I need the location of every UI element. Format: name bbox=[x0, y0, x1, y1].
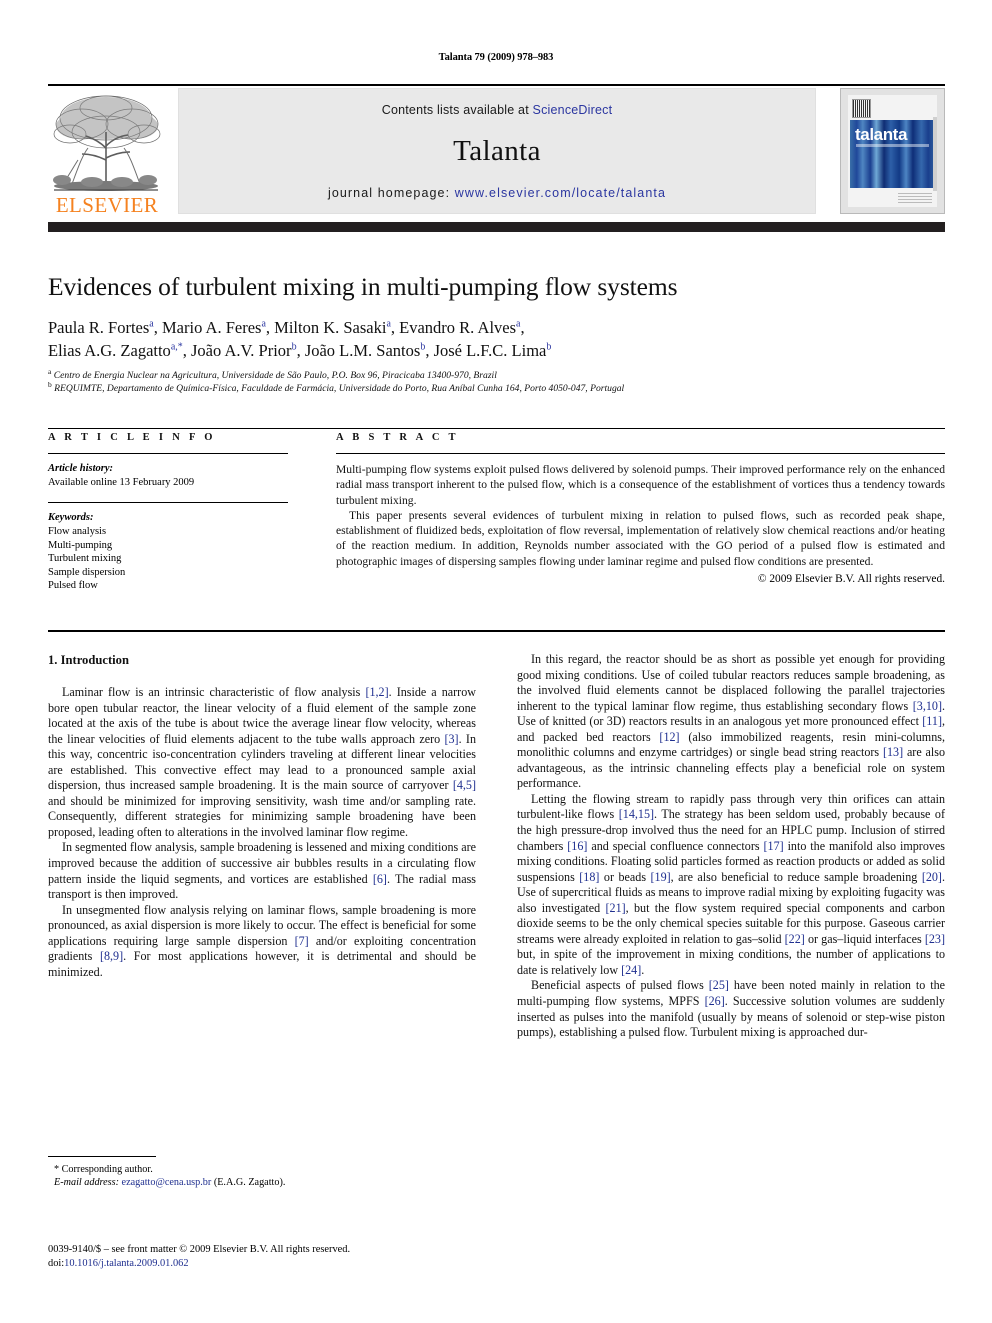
abstract-rule bbox=[336, 453, 945, 454]
cover-inner: talanta bbox=[848, 95, 937, 207]
article-info-column: A R T I C L E I N F O Article history: A… bbox=[48, 432, 288, 593]
keyword-item: Sample dispersion bbox=[48, 566, 126, 578]
author-line-1: Paula R. Fortesa, Mario A. Feresa, Milto… bbox=[48, 318, 525, 337]
affiliation-b-text: REQUIMTE, Departamento de Química-Física… bbox=[54, 383, 625, 395]
keywords-label: Keywords: bbox=[48, 512, 94, 523]
body-paragraph: Letting the flowing stream to rapidly pa… bbox=[517, 791, 946, 977]
page-title: Evidences of turbulent mixing in multi-p… bbox=[48, 272, 678, 301]
abstract-paragraph: Multi-pumping flow systems exploit pulse… bbox=[336, 463, 945, 507]
keyword-item: Flow analysis bbox=[48, 526, 107, 537]
article-info-abstract-block: A R T I C L E I N F O Article history: A… bbox=[48, 432, 945, 628]
keyword-item: Pulsed flow bbox=[48, 580, 98, 592]
running-head: Talanta 79 (2009) 978–983 bbox=[438, 52, 554, 63]
masthead-bottom-bar bbox=[48, 222, 945, 232]
abstract-column: A B S T R A C T Multi-pumping flow syste… bbox=[336, 432, 945, 587]
info-top-rule bbox=[48, 428, 945, 429]
affiliation-a: a Centro de Energia Nuclear na Agricultu… bbox=[48, 366, 497, 381]
affiliation-b: b REQUIMTE, Departamento de Química-Físi… bbox=[48, 380, 625, 395]
doi-label: doi: bbox=[48, 1258, 65, 1270]
body-paragraph: Beneficial aspects of pulsed flows [25] … bbox=[517, 978, 945, 1040]
cover-subtitle-bar bbox=[856, 144, 929, 147]
abstract-copyright: © 2009 Elsevier B.V. All rights reserved… bbox=[757, 573, 945, 586]
cover-barcode-icon bbox=[852, 99, 871, 118]
doi-link[interactable]: 10.1016/j.talanta.2009.01.062 bbox=[64, 1258, 188, 1269]
sciencedirect-link[interactable]: ScienceDirect bbox=[533, 103, 613, 117]
keywords-list: Flow analysis Multi-pumping Turbulent mi… bbox=[48, 525, 288, 593]
doi-line: doi:10.1016/j.talanta.2009.01.062 bbox=[48, 1257, 518, 1271]
elsevier-logo: ELSEVIER bbox=[48, 88, 166, 216]
email-link[interactable]: ezagatto@cena.usp.br bbox=[122, 1177, 212, 1188]
corresponding-author-text: Corresponding author. bbox=[61, 1164, 153, 1175]
front-matter-block: 0039-9140/$ – see front matter © 2009 El… bbox=[48, 1243, 518, 1271]
email-label: E-mail address: bbox=[54, 1177, 119, 1189]
elsevier-wordmark: ELSEVIER bbox=[55, 193, 159, 217]
article-info-heading: A R T I C L E I N F O bbox=[48, 432, 216, 443]
journal-article-page: Talanta 79 (2009) 978–983 ELSEVIER Conte… bbox=[0, 0, 992, 1323]
abstract-paragraph: This paper presents several evidences of… bbox=[336, 508, 945, 568]
contents-band: Contents lists available at ScienceDirec… bbox=[178, 88, 816, 214]
body-column-left: 1. Introduction Laminar flow is an intri… bbox=[48, 652, 476, 980]
front-matter-line: 0039-9140/$ – see front matter © 2009 El… bbox=[48, 1244, 351, 1255]
article-history-value: Available online 13 February 2009 bbox=[48, 477, 195, 488]
article-info-rule-2 bbox=[48, 502, 288, 503]
footnote-rule bbox=[48, 1156, 156, 1157]
body-paragraph: In unsegmented flow analysis relying on … bbox=[48, 902, 476, 979]
cover-journal-title: talanta bbox=[855, 125, 907, 144]
body-paragraph: Laminar flow is an intrinsic characteris… bbox=[48, 685, 476, 839]
affiliation-a-text: Centro de Energia Nuclear na Agricultura… bbox=[53, 370, 497, 381]
keyword-item: Multi-pumping bbox=[48, 539, 113, 551]
journal-homepage-line: journal homepage: www.elsevier.com/locat… bbox=[179, 186, 815, 200]
affiliation-list: a Centro de Energia Nuclear na Agricultu… bbox=[48, 366, 938, 396]
cover-footer-mark bbox=[898, 192, 932, 203]
journal-title: Talanta bbox=[453, 135, 541, 167]
author-list: Paula R. Fortesa, Mario A. Feresa, Milto… bbox=[48, 316, 938, 362]
homepage-prefix-text: journal homepage: bbox=[327, 186, 455, 200]
contents-prefix-text: Contents lists available at bbox=[381, 103, 533, 117]
info-bottom-rule bbox=[48, 630, 945, 632]
corresponding-author-marker: * bbox=[54, 1164, 60, 1175]
email-note: E-mail address: ezagatto@cena.usp.br (E.… bbox=[48, 1176, 476, 1189]
footnote-block: * Corresponding author. E-mail address: … bbox=[48, 1156, 476, 1190]
corresponding-author-note: * Corresponding author. bbox=[48, 1163, 476, 1176]
journal-cover-thumbnail: talanta bbox=[840, 88, 945, 214]
body-paragraph: In this regard, the reactor should be as… bbox=[517, 652, 946, 791]
author-line-2: Elias A.G. Zagattoa,*, João A.V. Priorb,… bbox=[48, 341, 552, 360]
article-history-label: Article history: bbox=[48, 463, 114, 474]
abstract-body: Multi-pumping flow systems exploit pulse… bbox=[336, 462, 945, 569]
section-heading-introduction: 1. Introduction bbox=[48, 653, 129, 667]
email-suffix: (E.A.G. Zagatto). bbox=[213, 1177, 286, 1189]
cover-spine bbox=[933, 117, 937, 191]
journal-masthead: ELSEVIER Contents lists available at Sci… bbox=[48, 86, 945, 216]
keyword-item: Turbulent mixing bbox=[48, 553, 122, 565]
article-info-rule-1 bbox=[48, 453, 288, 454]
journal-homepage-link[interactable]: www.elsevier.com/locate/talanta bbox=[455, 186, 666, 200]
abstract-heading: A B S T R A C T bbox=[336, 432, 459, 443]
body-column-right: In this regard, the reactor should be as… bbox=[517, 652, 945, 1041]
body-paragraph: In segmented flow analysis, sample broad… bbox=[48, 840, 476, 902]
contents-available-line: Contents lists available at ScienceDirec… bbox=[179, 103, 815, 117]
